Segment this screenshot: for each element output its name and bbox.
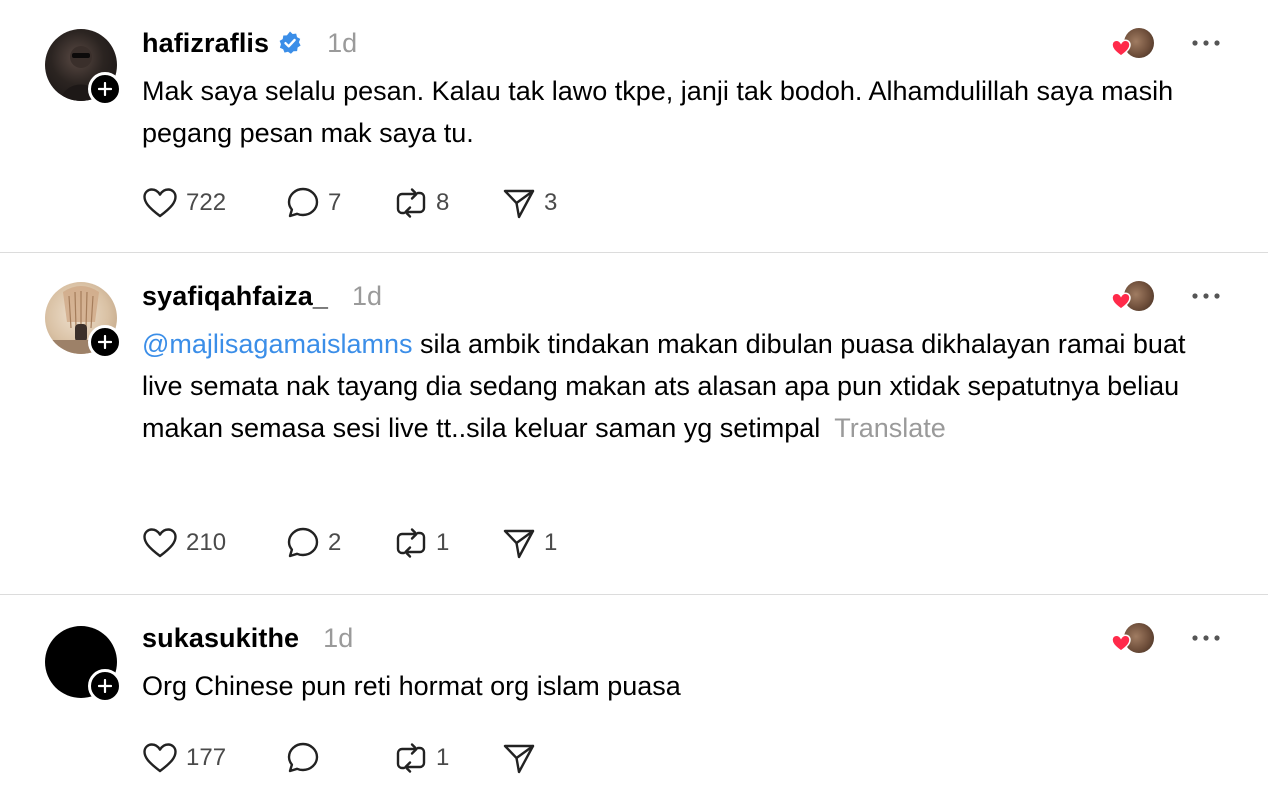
post-actions: 210 2 1 1 — [142, 526, 557, 560]
username[interactable]: sukasukithe — [142, 623, 299, 654]
plus-icon — [98, 335, 112, 349]
reply-count: 2 — [328, 529, 342, 556]
post-sukasukithe: sukasukithe 1d Org Chinese pun reti horm… — [0, 595, 1268, 806]
repost-button[interactable]: 1 — [394, 526, 502, 560]
comment-bubble-icon — [287, 742, 319, 773]
repost-arrows-icon — [396, 188, 426, 218]
translate-link[interactable]: Translate — [834, 413, 946, 443]
username[interactable]: hafizraflis — [142, 28, 269, 59]
more-options-button[interactable] — [1188, 625, 1224, 651]
more-dots-icon — [1192, 40, 1220, 46]
like-count: 210 — [186, 529, 227, 556]
heart-icon — [143, 188, 177, 218]
timestamp: 1d — [323, 622, 354, 653]
follow-button[interactable] — [88, 72, 122, 106]
liked-by-author-indicator[interactable] — [1111, 281, 1157, 313]
mention-link[interactable]: @majlisagamaislamns — [142, 329, 413, 359]
post-header: syafiqahfaiza_ 1d — [142, 279, 382, 313]
share-button[interactable]: 3 — [502, 186, 557, 220]
verified-badge-icon — [277, 30, 303, 56]
send-paper-plane-icon — [503, 744, 535, 774]
timestamp: 1d — [327, 27, 358, 58]
post-text: @majlisagamaislamns sila ambik tindakan … — [142, 323, 1232, 449]
post-header: sukasukithe 1d — [142, 621, 353, 655]
post-header: hafizraflis 1d — [142, 26, 357, 60]
repost-button[interactable]: 8 — [394, 186, 502, 220]
share-count: 1 — [544, 529, 558, 556]
timestamp: 1d — [351, 280, 383, 311]
send-paper-plane-icon — [503, 189, 535, 219]
heart-filled-icon — [1111, 39, 1131, 57]
like-button[interactable]: 210 — [142, 527, 286, 559]
comment-bubble-icon — [287, 527, 319, 558]
plus-icon — [98, 82, 112, 96]
share-count: 3 — [544, 189, 558, 216]
share-button[interactable] — [502, 741, 544, 775]
post-hafizraflis: hafizraflis 1d Mak saya selalu pesan. Ka… — [0, 0, 1268, 252]
heart-filled-icon — [1111, 634, 1131, 652]
repost-count: 8 — [436, 189, 450, 216]
liked-by-author-indicator[interactable] — [1111, 28, 1157, 60]
avatar-button[interactable] — [45, 282, 122, 359]
repost-arrows-icon — [396, 743, 426, 773]
send-paper-plane-icon — [503, 529, 535, 559]
post-text: Mak saya selalu pesan. Kalau tak lawo tk… — [142, 70, 1232, 154]
like-count: 722 — [186, 189, 227, 216]
repost-count: 1 — [436, 529, 450, 556]
follow-button[interactable] — [88, 325, 122, 359]
thread-replies-feed: hafizraflis 1d Mak saya selalu pesan. Ka… — [0, 0, 1268, 806]
post-actions: 177 1 — [142, 741, 544, 775]
heart-icon — [143, 528, 177, 558]
reply-button[interactable] — [286, 741, 394, 775]
liked-by-author-indicator[interactable] — [1111, 623, 1157, 655]
like-button[interactable]: 722 — [142, 187, 286, 219]
comment-bubble-icon — [287, 187, 319, 218]
post-body: Mak saya selalu pesan. Kalau tak lawo tk… — [142, 76, 1174, 148]
reply-button[interactable]: 7 — [286, 186, 394, 220]
reply-count: 7 — [328, 189, 342, 216]
avatar-button[interactable] — [45, 626, 122, 703]
avatar-button[interactable] — [45, 29, 122, 106]
share-button[interactable]: 1 — [502, 526, 557, 560]
reply-button[interactable]: 2 — [286, 526, 394, 560]
more-dots-icon — [1192, 293, 1220, 299]
heart-filled-icon — [1111, 292, 1131, 310]
heart-icon — [143, 743, 177, 773]
more-options-button[interactable] — [1188, 283, 1224, 309]
username[interactable]: syafiqahfaiza_ — [142, 281, 328, 312]
post-syafiqahfaiza: syafiqahfaiza_ 1d @majlisagamaislamns si… — [0, 253, 1268, 594]
repost-arrows-icon — [396, 528, 426, 558]
post-body: Org Chinese pun reti hormat org islam pu… — [142, 671, 681, 701]
more-dots-icon — [1192, 635, 1220, 641]
plus-icon — [98, 679, 112, 693]
follow-button[interactable] — [88, 669, 122, 703]
like-button[interactable]: 177 — [142, 742, 286, 774]
repost-button[interactable]: 1 — [394, 741, 502, 775]
post-text: Org Chinese pun reti hormat org islam pu… — [142, 665, 1232, 707]
like-count: 177 — [186, 744, 227, 771]
post-actions: 722 7 8 3 — [142, 186, 557, 220]
repost-count: 1 — [436, 744, 450, 771]
more-options-button[interactable] — [1188, 30, 1224, 56]
